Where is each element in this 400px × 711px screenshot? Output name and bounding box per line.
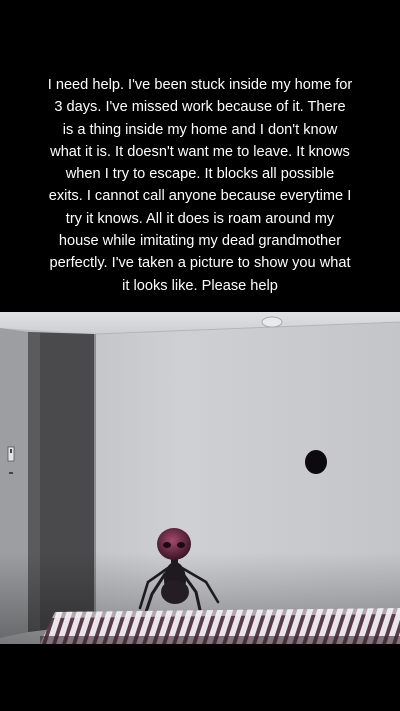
post-screen: I need help. I've been stuck inside my h… [0, 0, 400, 711]
creature-head [157, 528, 191, 560]
room-photo[interactable] [0, 312, 400, 644]
wall-hole [305, 450, 327, 474]
room-photo-scene [0, 312, 400, 644]
post-caption-text: I need help. I've been stuck inside my h… [47, 77, 353, 294]
ceiling-light [261, 316, 283, 328]
striped-bed [40, 608, 400, 644]
